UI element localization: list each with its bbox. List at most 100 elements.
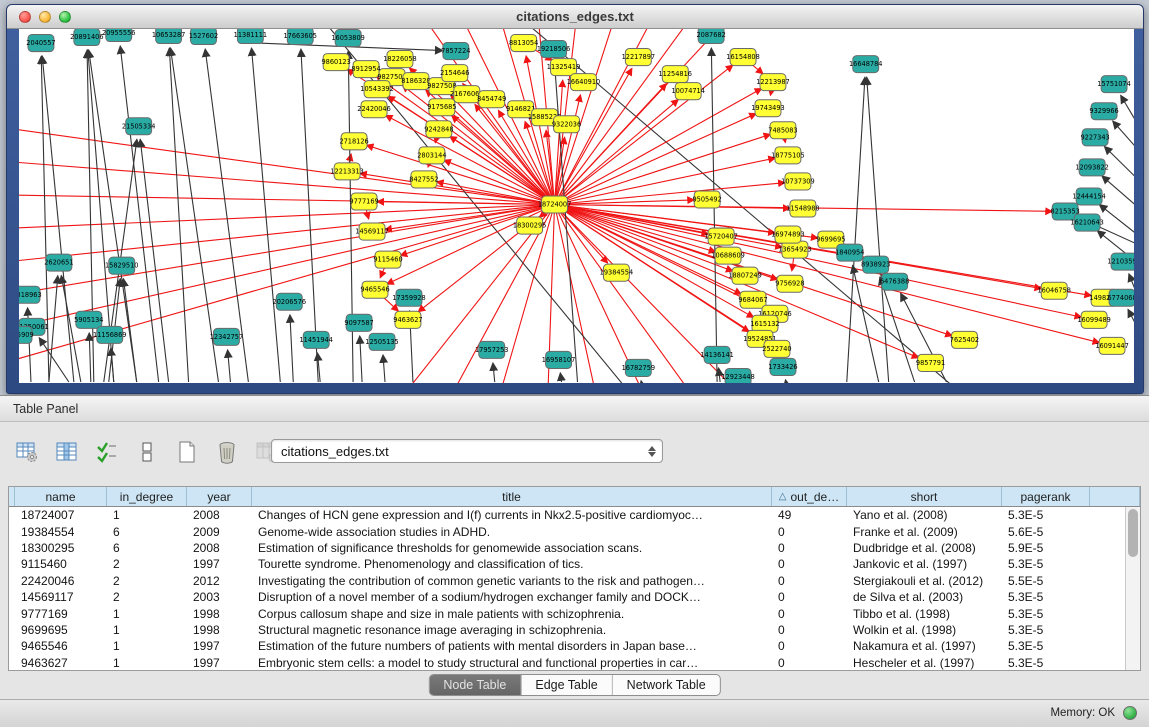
graph-node[interactable]: 11451944 bbox=[299, 331, 332, 348]
graph-node[interactable]: 9146821 bbox=[506, 101, 535, 118]
table-cell[interactable]: Dudbridge et al. (2008) bbox=[847, 540, 1002, 556]
table-cell[interactable]: 0 bbox=[772, 638, 847, 654]
table-cell[interactable]: 0 bbox=[772, 655, 847, 670]
graph-node[interactable]: 12217897 bbox=[622, 49, 655, 66]
table-cell[interactable]: 49 bbox=[772, 507, 847, 523]
table-cell[interactable]: 9463627 bbox=[15, 655, 107, 670]
table-cell[interactable]: 5.9E-5 bbox=[1002, 540, 1090, 556]
graph-node[interactable]: 8454749 bbox=[477, 91, 506, 108]
table-cell[interactable]: 6 bbox=[107, 540, 187, 556]
graph-node[interactable]: 16210643 bbox=[1070, 214, 1103, 231]
table-cell[interactable]: 1 bbox=[107, 655, 187, 670]
table-cell[interactable]: 5.3E-5 bbox=[1002, 589, 1090, 605]
table-row[interactable]: 1938455462009Genome-wide association stu… bbox=[9, 523, 1140, 539]
table-cell[interactable]: Jankovic et al. (1997) bbox=[847, 556, 1002, 572]
table-cell[interactable]: 1997 bbox=[187, 655, 252, 670]
graph-node[interactable]: 15751074 bbox=[1097, 76, 1130, 93]
table-row[interactable]: 1456911722003Disruption of a novel membe… bbox=[9, 589, 1140, 605]
table-row[interactable]: 1872400712008Changes of HCN gene express… bbox=[9, 507, 1140, 523]
table-cell[interactable]: 0 bbox=[772, 540, 847, 556]
graph-node[interactable]: 9505492 bbox=[693, 191, 722, 208]
graph-node[interactable]: 16648784 bbox=[849, 56, 882, 73]
table-cell[interactable]: 2008 bbox=[187, 507, 252, 523]
graph-node[interactable]: 10737309 bbox=[781, 173, 814, 190]
graph-node[interactable]: 9097587 bbox=[344, 314, 373, 331]
table-cell[interactable]: 1 bbox=[107, 605, 187, 621]
table-cell[interactable]: 2 bbox=[107, 556, 187, 572]
graph-node[interactable]: 16099489 bbox=[1077, 311, 1110, 328]
graph-node[interactable]: 19743493 bbox=[751, 100, 784, 117]
table-cell[interactable]: Wolkin et al. (1998) bbox=[847, 622, 1002, 638]
graph-node[interactable]: 2087682 bbox=[696, 29, 725, 44]
table-cell[interactable]: 1 bbox=[107, 638, 187, 654]
graph-node[interactable]: 16053809 bbox=[331, 30, 364, 47]
table-cell[interactable]: Nakamura et al. (1997) bbox=[847, 638, 1002, 654]
table-cell[interactable]: 0 bbox=[772, 573, 847, 589]
graph-node[interactable]: 8427552 bbox=[409, 171, 438, 188]
graph-node[interactable]: 9242848 bbox=[424, 121, 453, 138]
graph-node[interactable]: 11548988 bbox=[786, 200, 819, 217]
graph-node[interactable]: 2803144 bbox=[417, 147, 446, 164]
graph-node[interactable]: 7857224 bbox=[441, 43, 470, 60]
table-cell[interactable]: Investigating the contribution of common… bbox=[252, 573, 772, 589]
graph-node[interactable]: 11254816 bbox=[658, 66, 691, 83]
table-cell[interactable]: Yano et al. (2008) bbox=[847, 507, 1002, 523]
graph-node[interactable]: 17957253 bbox=[475, 341, 508, 358]
tab-node-table[interactable]: Node Table bbox=[429, 675, 521, 695]
table-cell[interactable]: Estimation of significance thresholds fo… bbox=[252, 540, 772, 556]
table-cell[interactable]: Tourette syndrome. Phenomenology and cla… bbox=[252, 556, 772, 572]
graph-node[interactable]: 6476388 bbox=[880, 273, 909, 290]
graph-node[interactable]: 9322036 bbox=[552, 116, 581, 133]
graph-node[interactable]: 7485083 bbox=[768, 122, 797, 139]
graph-node[interactable]: 18226058 bbox=[383, 51, 416, 68]
table-cell[interactable]: 5.3E-5 bbox=[1002, 655, 1090, 670]
table-cell[interactable]: 1 bbox=[107, 622, 187, 638]
graph-node[interactable]: 2040557 bbox=[26, 35, 55, 52]
graph-node[interactable]: 6774068 bbox=[1107, 289, 1134, 306]
graph-node[interactable]: 2620651 bbox=[44, 254, 73, 271]
graph-node[interactable]: 12444154 bbox=[1072, 188, 1105, 205]
tab-network-table[interactable]: Network Table bbox=[613, 675, 720, 695]
table-cell[interactable]: 5.3E-5 bbox=[1002, 605, 1090, 621]
column-header-year[interactable]: year bbox=[187, 487, 252, 506]
graph-node[interactable]: 8186328 bbox=[401, 73, 430, 90]
table-options-icon[interactable] bbox=[14, 439, 40, 465]
table-cell[interactable]: 6 bbox=[107, 523, 187, 539]
graph-node[interactable]: 9227343 bbox=[1080, 129, 1109, 146]
table-cell[interactable]: 0 bbox=[772, 589, 847, 605]
graph-node[interactable]: 16958107 bbox=[542, 351, 575, 368]
table-cell[interactable]: 18724007 bbox=[15, 507, 107, 523]
graph-node[interactable]: 12103594 bbox=[1107, 253, 1134, 270]
graph-node[interactable]: 1527602 bbox=[189, 29, 218, 45]
vertical-scrollbar[interactable] bbox=[1125, 507, 1140, 670]
graph-node[interactable]: 10653287 bbox=[152, 29, 185, 44]
graph-node[interactable]: 10688609 bbox=[711, 247, 744, 264]
graph-node[interactable]: 15829510 bbox=[105, 257, 138, 274]
table-cell[interactable]: Embryonic stem cells: a model to study s… bbox=[252, 655, 772, 670]
table-cell[interactable]: Structural magnetic resonance image aver… bbox=[252, 622, 772, 638]
graph-node[interactable]: 1840954 bbox=[835, 244, 864, 261]
graph-node[interactable]: 9175685 bbox=[427, 99, 456, 116]
graph-node[interactable]: 12213987 bbox=[756, 74, 789, 91]
table-cell[interactable]: de Silva et al. (2003) bbox=[847, 589, 1002, 605]
graph-node[interactable]: 20891406 bbox=[70, 29, 103, 46]
table-cell[interactable]: Changes of HCN gene expression and I(f) … bbox=[252, 507, 772, 523]
graph-node[interactable]: 9860123 bbox=[321, 54, 350, 71]
new-column-icon[interactable] bbox=[174, 439, 200, 465]
graph-node[interactable]: 9465546 bbox=[360, 281, 389, 298]
table-cell[interactable]: 2009 bbox=[187, 523, 252, 539]
table-cell[interactable]: 5.3E-5 bbox=[1002, 507, 1090, 523]
graph-node[interactable]: 20206576 bbox=[273, 293, 306, 310]
graph-node[interactable]: 17663605 bbox=[284, 29, 317, 45]
graph-node[interactable]: 14569117 bbox=[355, 223, 388, 240]
graph-node[interactable]: 12213313 bbox=[330, 163, 363, 180]
table-row[interactable]: 1830029562008Estimation of significance … bbox=[9, 540, 1140, 556]
graph-node[interactable]: 13654923 bbox=[778, 241, 811, 258]
graph-node[interactable]: 1615132 bbox=[750, 315, 779, 332]
column-header-short[interactable]: short bbox=[847, 487, 1002, 506]
graph-node[interactable]: 16640910 bbox=[567, 74, 600, 91]
graph-node[interactable]: 11381111 bbox=[234, 29, 267, 44]
graph-node[interactable]: 5905134 bbox=[74, 311, 103, 328]
row-height-icon[interactable] bbox=[134, 439, 160, 465]
graph-node[interactable]: 16974893 bbox=[771, 226, 804, 243]
